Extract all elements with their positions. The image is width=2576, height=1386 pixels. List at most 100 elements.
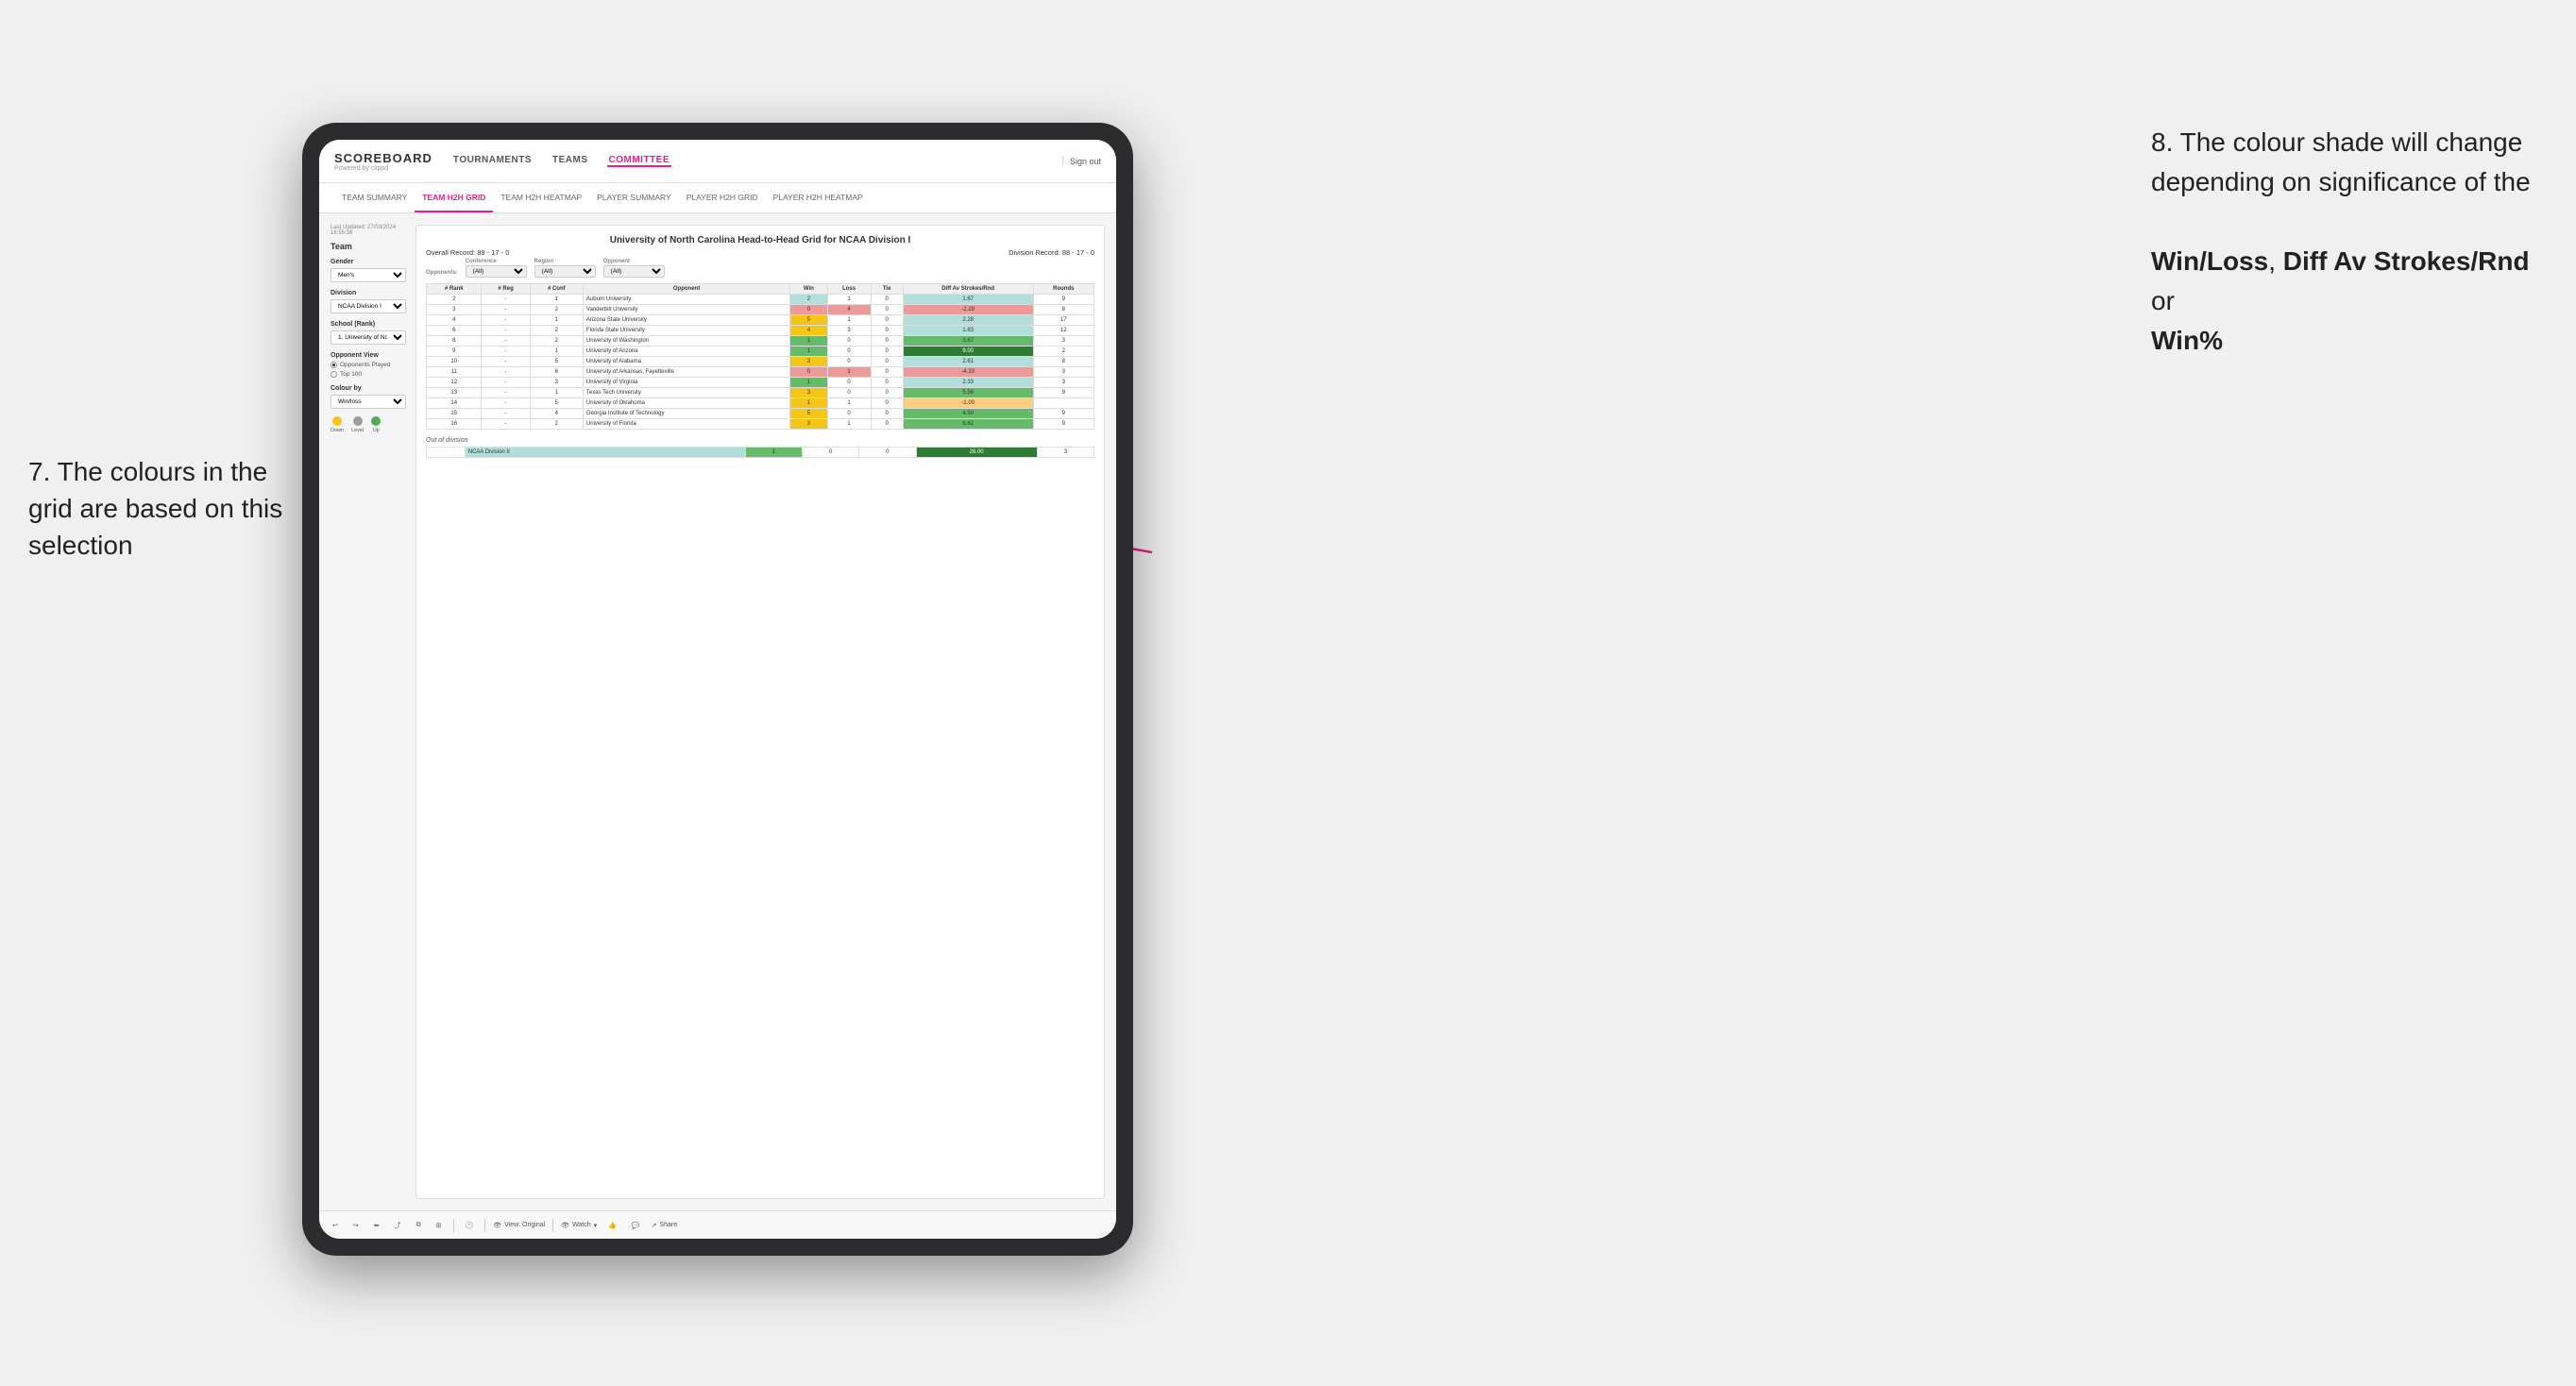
sidebar-colour-by-label: Colour by [330,385,406,392]
table-row: 12-3University of Virginia1002.333 [427,378,1094,388]
table-row: 8-2University of Washington1003.673 [427,336,1094,346]
opponent-select[interactable]: (All) [603,265,665,278]
table-cell: 0 [827,336,871,346]
sidebar-gender-select[interactable]: Men's [330,268,406,282]
conference-select[interactable]: (All) [466,265,527,278]
table-cell: 2 [1033,346,1093,357]
table-cell: 1 [530,388,583,398]
radio-opponents-played[interactable]: Opponents Played [330,362,406,368]
sub-nav: TEAM SUMMARY TEAM H2H GRID TEAM H2H HEAT… [319,183,1116,213]
radio-top100[interactable]: Top 100 [330,371,406,378]
table-cell: 0 [871,409,903,419]
table-cell: 2 [427,295,482,305]
redo-button[interactable]: ↪ [349,1220,363,1231]
table-cell: University of Arkansas, Fayetteville [583,367,789,378]
table-cell: 3 [530,378,583,388]
sidebar-gender-section: Gender Men's [330,259,406,282]
out-cell: 0 [803,448,859,458]
sidebar-school-select[interactable]: 1. University of Nort... [330,330,406,345]
table-cell: Vanderbilt University [583,305,789,315]
table-cell: University of Oklahoma [583,398,789,409]
main-nav: TOURNAMENTS TEAMS COMMITTEE [451,155,1061,167]
table-cell: 0 [871,295,903,305]
table-cell: 0 [871,336,903,346]
forward-button[interactable]: ⤴ [391,1219,405,1232]
table-cell: 1 [530,315,583,326]
table-cell: - [482,326,530,336]
table-cell: 9 [1033,409,1093,419]
table-cell: 11 [427,367,482,378]
table-cell: 4 [427,315,482,326]
table-cell: Florida State University [583,326,789,336]
logo-sub: Powered by clippd [334,165,432,172]
table-cell: 12 [1033,326,1093,336]
clock-button[interactable]: 🕐 [462,1220,478,1231]
tab-player-summary[interactable]: PLAYER SUMMARY [589,183,679,212]
sidebar-colour-by-select[interactable]: Win/loss [330,395,406,409]
table-cell: 6.62 [903,419,1033,430]
filter-opponent: Opponent (All) [603,259,665,278]
copy-button[interactable]: ⧉ [413,1220,425,1231]
table-cell: 0 [871,398,903,409]
sidebar-division-select[interactable]: NCAA Division I [330,299,406,313]
sign-out-link[interactable]: Sign out [1070,157,1101,166]
nav-committee[interactable]: COMMITTEE [607,155,672,167]
tab-team-summary[interactable]: TEAM SUMMARY [334,183,415,212]
toolbar-bottom: ↩ ↪ ⬅ ⤴ ⧉ ⊞ 🕐 👁 View: Original 👁 Watch ▾… [319,1210,1116,1239]
table-cell: 9 [1033,419,1093,430]
table-cell: 1.83 [903,326,1033,336]
table-row: 13-1Texas Tech University3005.569 [427,388,1094,398]
region-select[interactable]: (All) [534,265,596,278]
logo-area: SCOREBOARD Powered by clippd [334,151,432,172]
back-button[interactable]: ⬅ [370,1220,383,1231]
table-cell: 3 [1033,336,1093,346]
table-cell: 9 [1033,295,1093,305]
view-original-label[interactable]: 👁 View: Original [493,1222,545,1229]
col-diff: Diff Av Strokes/Rnd [903,284,1033,295]
table-cell: 4.50 [903,409,1033,419]
undo-button[interactable]: ↩ [329,1220,342,1231]
table-cell: 2 [530,336,583,346]
table-cell: University of Arizona [583,346,789,357]
col-conf: # Conf [530,284,583,295]
comment-button[interactable]: 💬 [628,1220,644,1231]
col-rounds: Rounds [1033,284,1093,295]
table-cell: 0 [871,326,903,336]
table-cell: 1 [790,378,827,388]
table-cell: 3 [1033,378,1093,388]
out-cell: 1 [745,448,802,458]
tab-player-h2h-grid[interactable]: PLAYER H2H GRID [679,183,766,212]
table-cell: University of Virginia [583,378,789,388]
table-cell: 0 [827,378,871,388]
radio-dot-top100 [330,371,337,378]
table-row: 11-6University of Arkansas, Fayetteville… [427,367,1094,378]
sidebar-opponent-view-section: Opponent View Opponents Played Top 100 [330,352,406,378]
watch-button[interactable]: 👁 Watch ▾ [561,1222,597,1229]
table-cell: 2.33 [903,378,1033,388]
thumb-button[interactable]: 👍 [604,1220,620,1231]
table-cell: - [482,346,530,357]
table-cell: 2 [530,326,583,336]
tab-team-h2h-grid[interactable]: TEAM H2H GRID [415,183,493,212]
table-cell: 3.67 [903,336,1033,346]
eye-icon: 👁 [493,1222,501,1229]
grid-button[interactable]: ⊞ [432,1220,446,1231]
table-cell: - [482,367,530,378]
grid-subtitle: Overall Record: 89 - 17 - 0 Division Rec… [426,248,1094,257]
toolbar-separator2 [484,1219,485,1232]
out-of-division-table: NCAA Division II10026.003 [426,447,1094,458]
nav-teams[interactable]: TEAMS [551,155,590,167]
table-cell [1033,398,1093,409]
table-cell: 6 [427,326,482,336]
tab-player-h2h-heatmap[interactable]: PLAYER H2H HEATMAP [766,183,871,212]
table-header-row: # Rank # Reg # Conf Opponent Win Loss Ti… [427,284,1094,295]
share-button[interactable]: ↗ Share [652,1222,678,1229]
out-cell: NCAA Division II [465,448,745,458]
nav-tournaments[interactable]: TOURNAMENTS [451,155,534,167]
table-cell: 0 [871,357,903,367]
table-cell: Georgia Institute of Technology [583,409,789,419]
out-of-division-label: Out of division [426,437,1094,444]
tab-team-h2h-heatmap[interactable]: TEAM H2H HEATMAP [493,183,589,212]
annotation-left: 7. The colours in the grid are based on … [28,453,293,565]
radio-dot-opponents-played [330,362,337,368]
